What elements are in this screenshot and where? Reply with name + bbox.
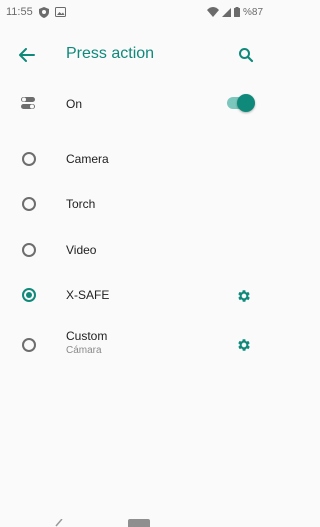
status-bar-left: 11:55 (6, 6, 66, 18)
status-time: 11:55 (6, 6, 33, 18)
status-bar-right: %87 (206, 6, 263, 18)
radio-torch[interactable] (22, 197, 36, 211)
battery-icon (233, 7, 240, 17)
back-arrow-icon[interactable] (16, 44, 38, 66)
navigation-bar (0, 503, 269, 527)
option-video[interactable]: Video (0, 234, 269, 266)
option-custom[interactable]: Custom Cámara (0, 324, 269, 364)
nav-home-icon[interactable] (128, 519, 150, 527)
option-label: Video (66, 243, 97, 257)
toggle-label: On (66, 97, 83, 111)
status-bar: 11:55 %87 (0, 0, 269, 24)
switch-thumb (237, 94, 255, 112)
on-switch[interactable] (227, 94, 255, 112)
radio-custom[interactable] (22, 338, 36, 352)
gear-icon[interactable] (235, 336, 253, 354)
option-x-safe[interactable]: X-SAFE (0, 279, 269, 311)
option-camera[interactable]: Camera (0, 143, 269, 175)
switch-settings-icon (20, 95, 36, 116)
option-torch[interactable]: Torch (0, 188, 269, 220)
wifi-icon (206, 7, 219, 17)
radio-camera[interactable] (22, 152, 36, 166)
image-icon (54, 7, 66, 17)
on-toggle-row[interactable]: On (0, 84, 269, 122)
option-label: Camera (66, 152, 109, 166)
battery-level: %87 (242, 6, 263, 18)
search-icon[interactable] (235, 44, 257, 66)
option-label: Torch (66, 197, 96, 211)
page-title: Press action (66, 45, 155, 62)
shield-icon (38, 6, 49, 18)
option-label: X-SAFE (66, 288, 110, 302)
radio-video[interactable] (22, 243, 36, 257)
signal-icon (221, 7, 231, 17)
gear-icon[interactable] (235, 287, 253, 305)
option-label: Custom (66, 329, 108, 343)
nav-back-icon[interactable] (55, 517, 67, 527)
radio-x-safe[interactable] (22, 288, 36, 302)
option-sublabel: Cámara (66, 345, 102, 356)
app-bar: Press action (0, 32, 269, 76)
